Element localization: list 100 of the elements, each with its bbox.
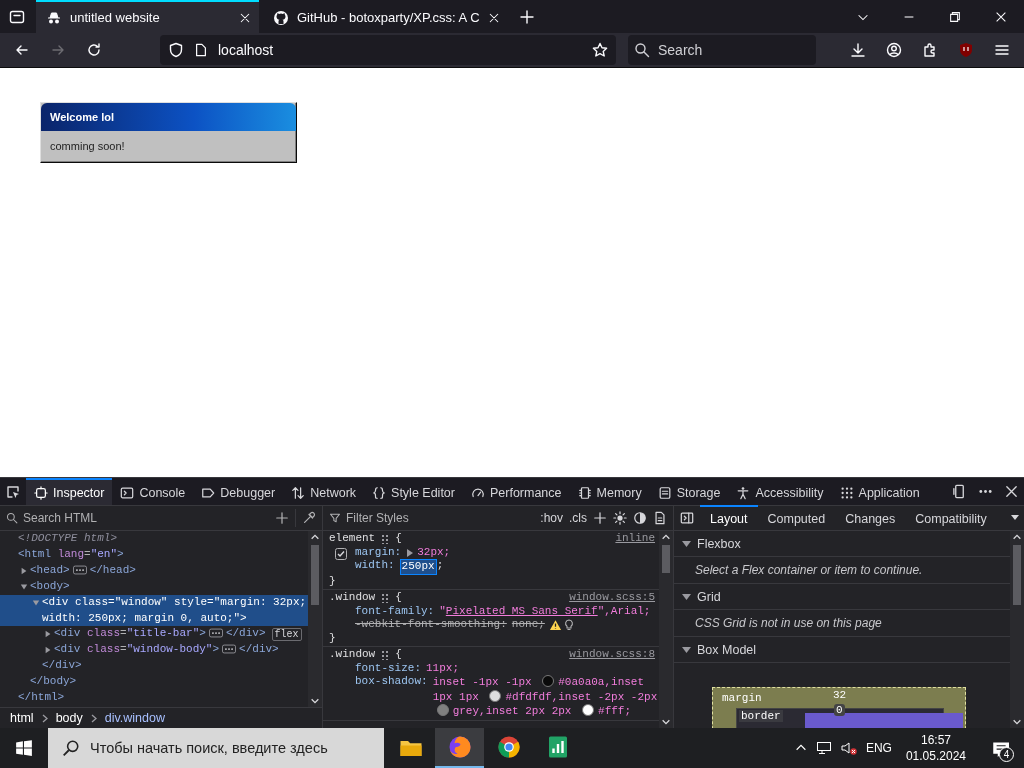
sidebar-tab[interactable]: Changes (835, 505, 906, 531)
devtools-tab[interactable]: Application (831, 478, 928, 505)
toggle-button[interactable]: .cls (569, 511, 587, 525)
css-value[interactable]: 250px (399, 559, 437, 575)
css-value[interactable]: 11px; (426, 661, 460, 675)
devtools-tab[interactable]: Network (283, 478, 365, 505)
star-icon[interactable] (592, 42, 608, 58)
document-icon[interactable] (653, 511, 667, 525)
twisty-icon[interactable] (44, 630, 52, 638)
windows-logo-icon[interactable] (15, 739, 33, 757)
shield-badge-icon[interactable] (958, 42, 974, 58)
css-value[interactable]: 32px; (417, 545, 451, 559)
toggle-button[interactable]: :hov (540, 511, 563, 525)
dropdown-icon[interactable] (1010, 514, 1020, 522)
sun-icon[interactable] (613, 511, 627, 525)
markup-line[interactable]: </html> (18, 690, 65, 706)
markup-line[interactable]: </body> (30, 674, 77, 690)
devtools-tab[interactable]: Accessibility (728, 478, 832, 505)
devtools-tab[interactable]: Storage (649, 478, 729, 505)
clock-time[interactable]: 16:57 (920, 732, 951, 748)
css-property[interactable]: -webkit-font-smoothing: (355, 618, 507, 632)
fox-globe-icon[interactable] (447, 735, 472, 759)
flex-badge[interactable]: flex (271, 628, 302, 641)
add-rule-icon[interactable] (593, 511, 607, 525)
warning-icon[interactable] (548, 619, 562, 631)
devtools-tab[interactable]: Console (112, 478, 194, 505)
markup-line[interactable]: </div> (225, 626, 266, 642)
scrollbar-thumb[interactable] (662, 545, 670, 573)
ellipsis-icon[interactable] (208, 628, 223, 638)
sidebar-tab[interactable]: Computed (757, 505, 836, 531)
markup-line[interactable]: <div class="window-body"> (54, 642, 220, 658)
scroll-down-icon[interactable] (661, 718, 671, 726)
add-node-icon[interactable] (275, 511, 289, 525)
scrollbar-thumb[interactable] (1013, 545, 1021, 605)
devtools-tab[interactable]: Memory (569, 478, 650, 505)
breadcrumb[interactable]: div.window (104, 711, 165, 725)
restore-icon[interactable] (948, 9, 962, 24)
twisty-icon[interactable] (32, 599, 40, 607)
css-value[interactable]: none; (511, 618, 545, 632)
download-icon[interactable] (850, 42, 866, 58)
scroll-up-icon[interactable] (310, 533, 320, 541)
ellipsis-icon[interactable] (72, 565, 87, 575)
close-icon[interactable] (239, 11, 251, 24)
language-indicator[interactable]: ENG (865, 741, 892, 755)
markup-line[interactable]: <body> (30, 579, 70, 595)
box-value[interactable]: 32 (833, 689, 847, 701)
css-selector[interactable]: .window (329, 591, 376, 605)
css-property[interactable]: margin: (355, 545, 402, 559)
notification-count[interactable]: 4 (999, 747, 1014, 762)
css-value[interactable]: inset -1px -1px #0a0a0a,inset 1px 1px #dfdfdf,inset -2px -2px grey,inset 2px 2px #fff; (432, 675, 659, 719)
grid-dots-icon[interactable] (380, 592, 391, 603)
box-value[interactable]: 0 (834, 704, 845, 716)
css-property[interactable]: box-shadow: (355, 675, 428, 689)
sidebar-toggle-icon[interactable] (680, 511, 694, 525)
round-logo-icon[interactable] (496, 735, 521, 759)
scroll-down-icon[interactable] (310, 697, 320, 705)
css-selector[interactable]: element (329, 532, 376, 546)
address-bar[interactable]: localhost (160, 35, 616, 65)
markup-line[interactable]: <!DOCTYPE html> (18, 531, 118, 547)
source-link[interactable]: window.scss:5 (569, 591, 659, 605)
scrollbar[interactable] (1010, 531, 1024, 728)
tabs-list-icon[interactable] (9, 8, 25, 25)
eyedropper-icon[interactable] (302, 511, 316, 525)
network-icon[interactable] (815, 740, 832, 756)
ellipsis-icon[interactable] (222, 644, 237, 654)
scroll-down-icon[interactable] (1012, 718, 1022, 726)
devtools-tab[interactable]: Style Editor (364, 478, 463, 505)
scrollbar[interactable] (659, 531, 673, 728)
reload-icon[interactable] (86, 42, 102, 58)
expand-icon[interactable] (406, 548, 414, 557)
checkbox-icon[interactable] (335, 547, 347, 560)
sidebar-tab[interactable]: Compatibility (905, 505, 997, 531)
search-field[interactable]: Search (628, 35, 816, 65)
element-picker-icon[interactable] (5, 483, 21, 500)
markup-line[interactable]: <html lang="en"> (18, 547, 124, 563)
scroll-up-icon[interactable] (661, 533, 671, 541)
css-property[interactable]: width: (355, 559, 395, 573)
speaker-muted-icon[interactable] (839, 740, 858, 756)
contrast-icon[interactable] (633, 511, 647, 525)
markup-line[interactable]: </div> (42, 658, 82, 674)
clock-date[interactable]: 01.05.2024 (905, 748, 966, 764)
scroll-up-icon[interactable] (1012, 533, 1022, 541)
scrollbar[interactable] (308, 531, 322, 707)
close-icon[interactable] (1003, 484, 1019, 499)
grid-dots-icon[interactable] (380, 533, 391, 544)
source-link[interactable]: window.scss:8 (569, 648, 659, 662)
breadcrumb[interactable]: body (55, 711, 83, 725)
markup-line[interactable]: <head> (30, 563, 70, 579)
markup-line[interactable]: <div class="title-bar"> (54, 626, 206, 642)
search-field[interactable]: Search HTML (6, 506, 269, 530)
shield-icon[interactable] (168, 42, 184, 58)
css-selector[interactable]: .window (329, 648, 376, 662)
close-icon[interactable] (487, 11, 500, 24)
new-tab-icon[interactable] (518, 8, 535, 25)
taskbar-search-field[interactable]: Чтобы начать поиск, введите здесь (48, 728, 384, 768)
twisty-icon[interactable] (44, 646, 52, 654)
puzzle-icon[interactable] (922, 42, 938, 58)
css-property[interactable]: font-family: (355, 604, 435, 618)
css-value[interactable]: "Pixelated MS Sans Serif",Arial; (439, 604, 651, 618)
browser-tab[interactable]: untitled website (36, 0, 259, 33)
